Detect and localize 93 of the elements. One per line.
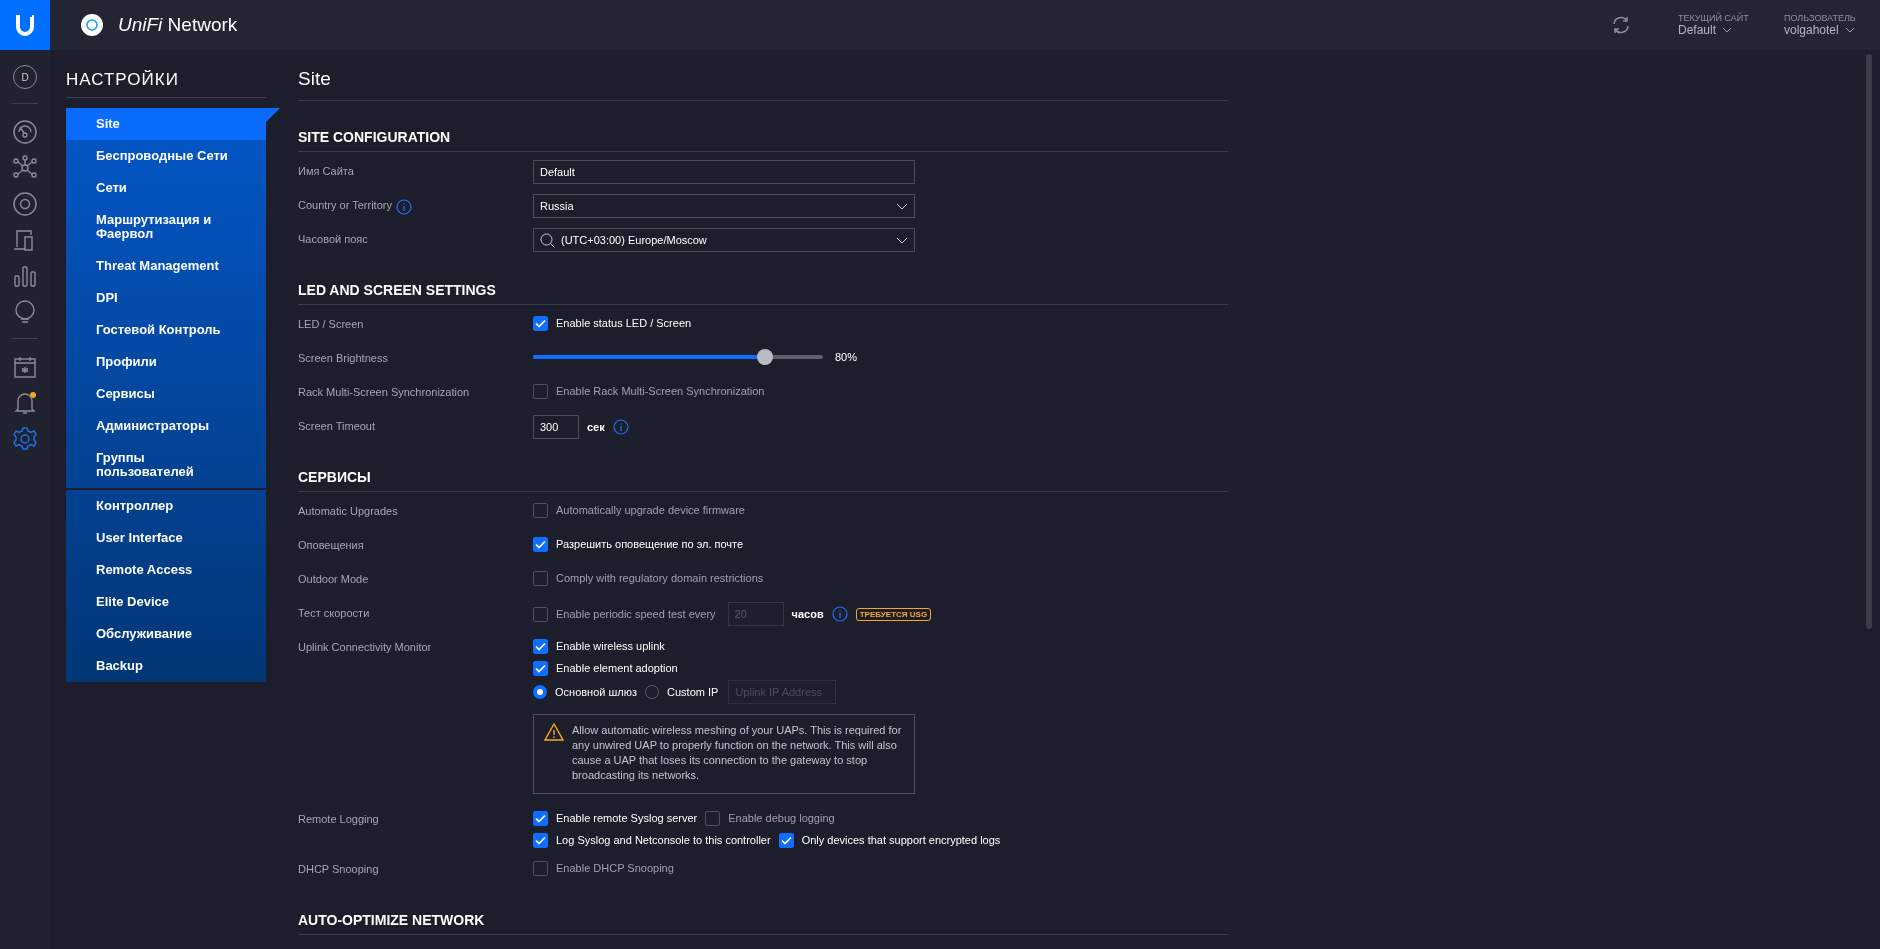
- settings-menu-item[interactable]: Threat Management: [66, 250, 266, 282]
- number-field[interactable]: 300: [533, 415, 579, 439]
- checkmark-icon: [535, 641, 546, 651]
- controller-icon: [80, 13, 104, 37]
- checkbox[interactable]: Enable status LED / Screen: [533, 315, 692, 331]
- field-label: Тест скорости: [298, 607, 370, 619]
- dropdown[interactable]: Russia: [533, 194, 915, 218]
- settings-menu-item[interactable]: Сервисы: [66, 378, 266, 410]
- settings-menu-item[interactable]: Elite Device: [66, 586, 266, 618]
- warning-icon: [544, 723, 564, 741]
- field-label: Screen Timeout: [298, 420, 376, 432]
- brightness-slider[interactable]: [533, 348, 823, 366]
- bulb-icon[interactable]: [12, 299, 38, 325]
- text-field[interactable]: Default: [533, 160, 915, 184]
- settings-menu-item[interactable]: Backup: [66, 650, 266, 682]
- settings-menu-item[interactable]: Site: [66, 108, 280, 140]
- field-label: Оповещения: [298, 539, 364, 551]
- settings-menu-item[interactable]: Remote Access: [66, 554, 266, 586]
- checkmark-icon: [535, 539, 546, 549]
- checkbox[interactable]: Only devices that support encrypted logs: [778, 832, 1001, 848]
- settings-menu-item[interactable]: Группы пользователей: [66, 442, 266, 488]
- dropdown[interactable]: (UTC+03:00) Europe/Moscow: [533, 228, 915, 252]
- calendar-icon[interactable]: [12, 354, 38, 380]
- chevron-down-icon: [896, 236, 908, 244]
- requirement-badge: ТРЕБУЕТСЯ USG: [855, 607, 932, 621]
- user-picker[interactable]: ПОЛЬЗОВАТЕЛЬ volgahotel: [1784, 13, 1864, 37]
- field-label: Automatic Upgrades: [298, 505, 398, 517]
- bar-chart-icon[interactable]: [12, 263, 38, 289]
- section-heading: СЕРВИСЫ: [298, 469, 1228, 492]
- checkbox[interactable]: Comply with regulatory domain restrictions: [533, 570, 764, 586]
- info-icon[interactable]: [831, 606, 848, 622]
- settings-menu-item[interactable]: Беспроводные Сети: [66, 140, 266, 172]
- chevron-down-icon: [1722, 27, 1733, 33]
- checkbox[interactable]: Enable wireless uplink: [533, 638, 665, 654]
- field-label: Remote Logging: [298, 813, 379, 825]
- checkmark-icon: [780, 835, 792, 845]
- site-picker[interactable]: ТЕКУЩИЙ САЙТ Default: [1678, 13, 1758, 37]
- settings-menu-item[interactable]: DPI: [66, 282, 266, 314]
- checkbox[interactable]: Enable Rack Multi-Screen Synchronization: [533, 383, 765, 399]
- checkmark-icon: [535, 813, 546, 823]
- settings-menu-item[interactable]: Профили: [66, 346, 266, 378]
- radio-button[interactable]: Основной шлюз: [533, 685, 638, 699]
- info-icon[interactable]: [395, 199, 412, 215]
- app-title: UniFi Network: [118, 14, 238, 36]
- checkbox[interactable]: Automatically upgrade device firmware: [533, 502, 745, 518]
- radio-button[interactable]: Custom IP: [645, 685, 719, 699]
- field-label: Country or Territory: [298, 199, 392, 211]
- info-icon[interactable]: [612, 419, 629, 435]
- gauge-icon[interactable]: [12, 119, 38, 145]
- slider-value: 80%: [835, 351, 858, 363]
- field-label: LED / Screen: [298, 318, 364, 330]
- field-label: Uplink Connectivity Monitor: [298, 641, 432, 653]
- checkmark-icon: [535, 835, 546, 845]
- checkbox[interactable]: Разрешить оповещение по эл. почте: [533, 536, 744, 552]
- field-label: Screen Brightness: [298, 352, 388, 364]
- checkbox[interactable]: Log Syslog and Netconsole to this controller: [533, 832, 771, 848]
- settings-menu-item[interactable]: Сети: [66, 172, 266, 204]
- logo-icon[interactable]: [0, 0, 50, 50]
- section-heading: SITE CONFIGURATION: [298, 129, 1228, 152]
- field-label: DHCP Snooping: [298, 863, 379, 875]
- checkbox[interactable]: Enable debug logging: [705, 810, 835, 826]
- chevron-down-icon: [896, 202, 908, 210]
- checkmark-icon: [535, 318, 546, 328]
- refresh-icon[interactable]: [1610, 14, 1632, 36]
- section-heading: AUTO-OPTIMIZE NETWORK: [298, 912, 1228, 935]
- settings-menu-item[interactable]: Гостевой Контроль: [66, 314, 266, 346]
- section-heading: LED AND SCREEN SETTINGS: [298, 282, 1228, 305]
- search-icon: [540, 232, 555, 248]
- settings-menu-item[interactable]: Администраторы: [66, 410, 266, 442]
- checkbox[interactable]: Enable periodic speed test every: [533, 606, 716, 622]
- scrollbar[interactable]: [1866, 54, 1872, 629]
- settings-menu-item[interactable]: Маршрутизация и Фаервол: [66, 204, 266, 250]
- page-title: Site: [298, 68, 1228, 101]
- settings-menu-item[interactable]: Контроллер: [66, 490, 266, 522]
- warning-text: Allow automatic wireless meshing of your UAPs. This is required for any unwired UAP to properly function on the network. This will also cause a UAP that loses its connection to the gateway to stop broadcasting its networks.: [572, 723, 903, 783]
- settings-menu-item[interactable]: Обслуживание: [66, 618, 266, 650]
- field-label: Rack Multi-Screen Synchronization: [298, 386, 470, 398]
- checkbox[interactable]: Enable element adoption: [533, 660, 678, 676]
- settings-menu-item[interactable]: User Interface: [66, 522, 266, 554]
- chevron-down-icon: [1844, 27, 1855, 33]
- field-label: Outdoor Mode: [298, 573, 369, 585]
- unit-label: сек: [587, 421, 605, 433]
- unit-label: часов: [791, 608, 824, 620]
- bell-icon[interactable]: [12, 390, 38, 416]
- settings-icon[interactable]: [12, 426, 38, 452]
- settings-title: НАСТРОЙКИ: [66, 70, 266, 98]
- checkbox[interactable]: Enable DHCP Snooping: [533, 860, 674, 876]
- network-nodes-icon[interactable]: [12, 155, 38, 181]
- field-label: Часовой пояс: [298, 233, 368, 245]
- checkmark-icon: [535, 663, 546, 673]
- target-icon[interactable]: [12, 191, 38, 217]
- checkbox[interactable]: Enable remote Syslog server: [533, 810, 698, 826]
- field-label: Имя Сайта: [298, 165, 354, 177]
